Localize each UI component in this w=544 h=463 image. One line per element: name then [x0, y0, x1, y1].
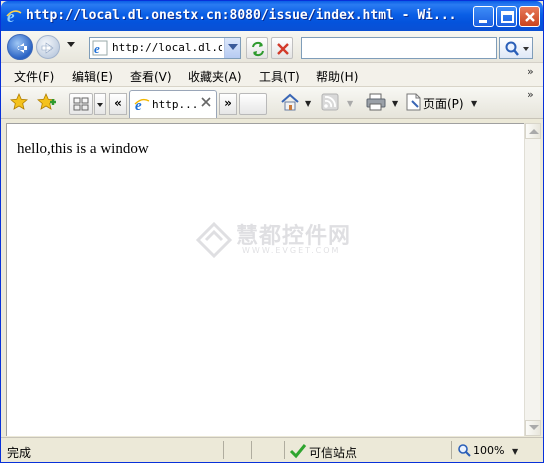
home-dropdown-icon[interactable]: ▼ [305, 99, 311, 108]
minimize-icon [479, 20, 487, 23]
print-icon[interactable] [365, 93, 387, 111]
stop-button[interactable] [271, 37, 293, 59]
close-icon [525, 12, 535, 22]
svg-text:e: e [7, 7, 15, 25]
favorites-star-icon[interactable] [10, 93, 28, 111]
status-separator [251, 441, 252, 459]
new-tab-button[interactable] [239, 93, 267, 115]
feed-dropdown-icon: ▼ [347, 99, 354, 108]
ie-page-icon: e [134, 98, 150, 112]
menu-help[interactable]: 帮助(H) [316, 68, 358, 85]
navigation-bar: e http://local.dl.onestx.cn:8080/issue/i… [1, 31, 543, 63]
chevron-down-icon [529, 425, 539, 430]
chevron-down-icon [228, 44, 238, 50]
zoom-level[interactable]: 100% [473, 444, 504, 457]
menu-edit[interactable]: 编辑(E) [72, 68, 113, 85]
close-button[interactable] [519, 6, 540, 27]
minimize-button[interactable] [473, 6, 494, 27]
menu-favorites[interactable]: 收藏夹(A) [188, 68, 242, 85]
zoom-icon [458, 444, 471, 457]
status-bar: 完成 可信站点 100% ▼ [1, 437, 543, 462]
checkmark-icon [289, 444, 307, 459]
menu-view[interactable]: 查看(V) [130, 68, 172, 85]
close-icon [201, 97, 211, 107]
back-button[interactable] [7, 34, 33, 60]
status-separator [223, 441, 224, 459]
svg-text:e: e [94, 41, 100, 56]
tab-scroll-right-button[interactable]: » [219, 93, 237, 115]
search-button[interactable] [499, 37, 533, 59]
page-menu-icon[interactable] [404, 92, 422, 112]
address-dropdown-button[interactable] [224, 38, 240, 58]
page-text: hello,this is a window [17, 141, 149, 157]
tab-current[interactable]: e http... [129, 90, 217, 118]
forward-arrow-icon [41, 42, 54, 54]
page-content: hello,this is a window 慧都控件网 WWW.EVGET.C… [6, 123, 524, 436]
zoom-dropdown-icon[interactable]: ▼ [512, 447, 518, 456]
chevron-down-icon [97, 103, 103, 107]
search-input[interactable] [301, 37, 497, 59]
quick-tabs-icon [73, 97, 89, 111]
home-icon[interactable] [280, 92, 300, 112]
command-bar: « e http... » ▼ ▼ ▼ 页面(P) ▼ » [1, 87, 543, 119]
menu-file[interactable]: 文件(F) [14, 68, 54, 85]
add-favorite-icon[interactable] [37, 93, 57, 111]
refresh-button[interactable] [246, 37, 268, 59]
forward-button[interactable] [36, 35, 60, 59]
watermark-logo-icon [196, 222, 232, 258]
page-menu-button[interactable]: 页面(P) [423, 95, 464, 112]
security-zone[interactable]: 可信站点 [309, 444, 357, 461]
watermark-english-text: WWW.EVGET.COM [242, 246, 341, 255]
menu-bar: 文件(F) 编辑(E) 查看(V) 收藏夹(A) 工具(T) 帮助(H) » [1, 63, 543, 87]
menu-overflow-button[interactable]: » [527, 65, 534, 78]
tab-scroll-left-button[interactable]: « [109, 93, 127, 115]
maximize-button[interactable] [496, 6, 517, 27]
scroll-down-button[interactable] [525, 420, 541, 436]
page-icon: e [92, 40, 108, 56]
status-separator [284, 441, 285, 459]
title-bar[interactable]: e http://local.dl.onestx.cn:8080/issue/i… [1, 1, 543, 31]
maximize-icon [501, 11, 514, 23]
chevron-up-icon [529, 129, 539, 134]
address-input[interactable]: http://local.dl.onestx.cn:8080/issue/ind… [112, 41, 222, 54]
address-bar[interactable]: e http://local.dl.onestx.cn:8080/issue/i… [89, 37, 241, 59]
tab-label: http... [152, 98, 199, 111]
tab-close-button[interactable] [200, 96, 212, 112]
history-dropdown-icon[interactable] [67, 42, 75, 48]
refresh-icon [252, 41, 264, 57]
scroll-up-button[interactable] [525, 123, 541, 139]
browser-window: e http://local.dl.onestx.cn:8080/issue/i… [0, 0, 544, 463]
search-icon [505, 41, 529, 56]
rss-feed-icon[interactable] [321, 93, 339, 111]
stop-icon [277, 43, 289, 55]
print-dropdown-icon[interactable]: ▼ [392, 99, 398, 108]
status-separator [451, 441, 452, 459]
ie-logo-icon: e [6, 7, 22, 25]
window-title: http://local.dl.onestx.cn:8080/issue/ind… [26, 8, 457, 23]
menu-tools[interactable]: 工具(T) [259, 68, 300, 85]
command-overflow-button[interactable]: » [527, 88, 534, 101]
quick-tabs-button[interactable] [69, 93, 93, 115]
watermark: 慧都控件网 WWW.EVGET.COM [192, 214, 362, 264]
vertical-scrollbar[interactable] [524, 123, 541, 436]
tab-list-dropdown-button[interactable] [94, 93, 106, 115]
status-text: 完成 [7, 446, 32, 460]
back-arrow-icon [17, 43, 27, 53]
page-dropdown-icon[interactable]: ▼ [471, 99, 477, 108]
